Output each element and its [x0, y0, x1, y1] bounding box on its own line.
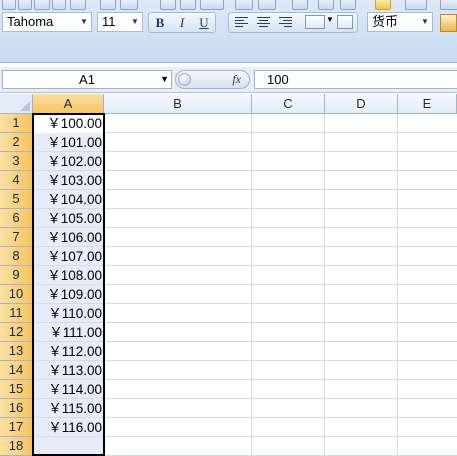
font-name-value: Tahoma — [7, 14, 54, 29]
font-size-combo[interactable]: 11 ▼ — [97, 12, 143, 32]
formula-input[interactable]: 100 — [254, 70, 457, 89]
selection-border — [32, 113, 105, 456]
email-icon[interactable] — [70, 0, 86, 10]
worksheet-grid[interactable]: A B C D E 1 2 3 4 5 6 7 8 9 10 11 12 13 14 15 16 17 18 ￥100.00 ￥… — [0, 94, 457, 456]
italic-button[interactable]: I — [173, 14, 191, 31]
row-header-12[interactable]: 12 — [0, 323, 33, 342]
permission-icon[interactable] — [52, 0, 66, 10]
row-header-6[interactable]: 6 — [0, 209, 33, 228]
align-center-icon[interactable] — [257, 17, 270, 28]
column-header-c[interactable]: C — [252, 94, 325, 114]
quick-print-icon[interactable] — [200, 0, 224, 10]
format-painter-icon[interactable] — [375, 0, 391, 10]
chevron-down-icon[interactable]: ▼ — [326, 15, 334, 24]
row-header-18[interactable]: 18 — [0, 437, 33, 456]
column-header-b[interactable]: B — [104, 94, 252, 114]
align-left-icon[interactable] — [235, 17, 248, 28]
formula-value: 100 — [267, 72, 289, 87]
chevron-down-icon[interactable]: ▼ — [77, 13, 91, 31]
conditional-format-icon[interactable] — [440, 14, 457, 32]
undo-icon[interactable] — [100, 0, 116, 10]
chevron-down-icon[interactable]: ▼ — [418, 13, 432, 31]
bold-button[interactable]: B — [151, 14, 169, 31]
column-header-a[interactable]: A — [33, 94, 104, 114]
row-header-9[interactable]: 9 — [0, 266, 33, 285]
formula-bar: A1 ▼ fx 100 — [0, 67, 457, 93]
row-header-5[interactable]: 5 — [0, 190, 33, 209]
row-header-7[interactable]: 7 — [0, 228, 33, 247]
column-header-d[interactable]: D — [325, 94, 398, 114]
save-icon[interactable] — [34, 0, 50, 10]
row-header-13[interactable]: 13 — [0, 342, 33, 361]
expand-handle-icon[interactable] — [178, 73, 191, 86]
font-name-combo[interactable]: Tahoma ▼ — [2, 12, 92, 32]
row-header-1[interactable]: 1 — [0, 114, 33, 133]
wrap-text-icon[interactable] — [337, 15, 353, 29]
column-header-e[interactable]: E — [398, 94, 457, 114]
chevron-down-icon[interactable]: ▼ — [160, 71, 169, 88]
more-tools-icon[interactable] — [440, 0, 457, 10]
font-style-group: B I U — [148, 12, 216, 33]
open-file-icon[interactable] — [18, 0, 32, 10]
copy-icon[interactable] — [318, 0, 334, 10]
select-all-button[interactable] — [0, 94, 33, 114]
row-header-10[interactable]: 10 — [0, 285, 33, 304]
paste-icon[interactable] — [340, 0, 356, 10]
research-icon[interactable] — [258, 0, 276, 10]
underline-button[interactable]: U — [195, 14, 213, 31]
font-size-value: 11 — [102, 14, 116, 29]
align-right-icon[interactable] — [279, 17, 292, 28]
row-header-4[interactable]: 4 — [0, 171, 33, 190]
alignment-group: ▼ — [228, 12, 358, 33]
row-header-17[interactable]: 17 — [0, 418, 33, 437]
merge-center-icon[interactable] — [305, 15, 325, 29]
name-box-value: A1 — [79, 72, 95, 87]
row-header-8[interactable]: 8 — [0, 247, 33, 266]
formula-tools: fx — [175, 70, 250, 89]
check-icon[interactable] — [235, 0, 253, 10]
name-box[interactable]: A1 ▼ — [2, 70, 172, 89]
row-header-15[interactable]: 15 — [0, 380, 33, 399]
insert-function-button[interactable]: fx — [232, 71, 241, 88]
row-header-2[interactable]: 2 — [0, 133, 33, 152]
spelling-icon[interactable] — [120, 0, 138, 10]
row-header-11[interactable]: 11 — [0, 304, 33, 323]
print-icon[interactable] — [160, 0, 176, 10]
row-header-3[interactable]: 3 — [0, 152, 33, 171]
cut-icon[interactable] — [292, 0, 308, 10]
print-preview-icon[interactable] — [180, 0, 196, 10]
number-format-combo[interactable]: 货币 ▼ — [367, 12, 433, 32]
row-header-16[interactable]: 16 — [0, 399, 33, 418]
new-file-icon[interactable] — [2, 0, 16, 10]
row-header-14[interactable]: 14 — [0, 361, 33, 380]
chevron-down-icon[interactable]: ▼ — [128, 13, 142, 31]
ribbon-home: Tahoma ▼ 11 ▼ B I U ▼ 货币 ▼ — [0, 0, 457, 63]
redo-icon[interactable] — [405, 0, 427, 10]
number-format-value: 货币 — [372, 14, 399, 29]
